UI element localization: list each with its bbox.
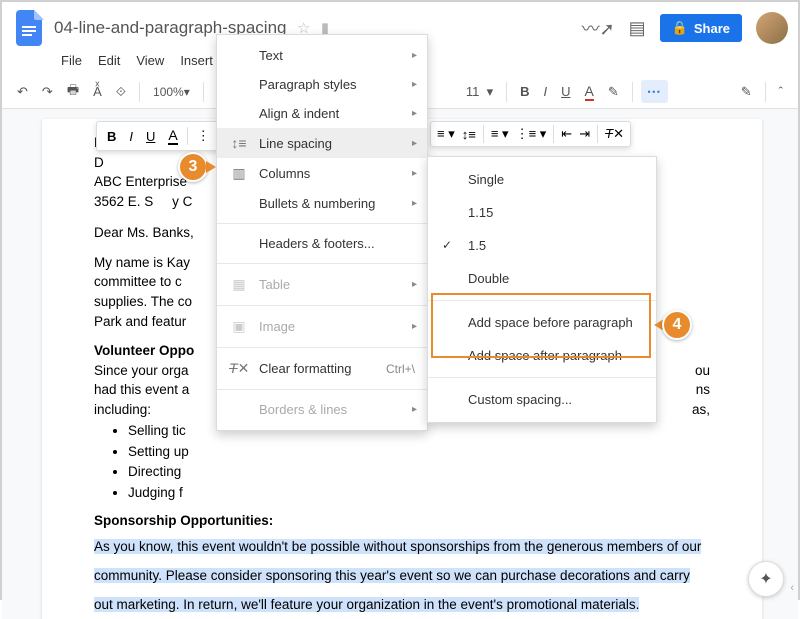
font-size-input[interactable]: 11 ▾ [461, 81, 498, 103]
increase-indent-button[interactable]: ⇥ [579, 126, 590, 142]
format-line-spacing-item[interactable]: ↕≡Line spacing▸ [217, 128, 427, 158]
menu-view[interactable]: View [129, 50, 171, 71]
float-underline-button[interactable]: U [142, 127, 159, 146]
decrease-indent-button[interactable]: ⇤ [561, 126, 572, 142]
format-align-indent-item[interactable]: Align & indent▸ [217, 99, 427, 128]
toolbar-more-button[interactable]: ⋯ [641, 80, 668, 103]
align-button[interactable]: ≡ ▾ [437, 126, 455, 142]
bulleted-list-button[interactable]: ⋮≡ ▾ [516, 126, 547, 142]
callout-3: 3 [178, 152, 216, 182]
clear-format-icon: T✕ [229, 360, 249, 377]
image-icon: ▣ [229, 318, 249, 335]
menu-file[interactable]: File [54, 50, 89, 71]
line-spacing-icon: ↕≡ [229, 135, 249, 151]
spacing-double-item[interactable]: Double [428, 262, 656, 295]
chevron-left-icon[interactable]: ‹ [790, 582, 794, 594]
check-icon: ✓ [442, 238, 452, 252]
spacing-115-item[interactable]: 1.15 [428, 196, 656, 229]
table-icon: ▦ [229, 276, 249, 293]
user-avatar[interactable] [756, 12, 788, 44]
format-paragraph-styles-item[interactable]: Paragraph styles▸ [217, 70, 427, 99]
format-columns-item[interactable]: ▥Columns▸ [217, 158, 427, 189]
comments-icon[interactable]: ▤ [629, 18, 646, 39]
list-item: Setting up [128, 442, 710, 462]
bold-button[interactable]: B [515, 81, 534, 102]
format-text-item[interactable]: Text▸ [217, 41, 427, 70]
undo-icon[interactable]: ↶ [12, 81, 33, 103]
float-chevron-icon[interactable]: ⋮ [193, 126, 214, 146]
spacing-15-item[interactable]: ✓1.5 [428, 229, 656, 262]
spacing-before-item[interactable]: Add space before paragraph [428, 306, 656, 339]
format-borders-item: Borders & lines▸ [217, 395, 427, 424]
line-spacing-submenu: Single 1.15 ✓1.5 Double Add space before… [427, 156, 657, 423]
list-item: Directing [128, 462, 710, 482]
line-spacing-button[interactable]: ↕≡ [462, 127, 476, 142]
callout-number: 3 [178, 152, 208, 182]
highlight-button[interactable]: ✎ [603, 81, 624, 103]
selected-text: As you know, this event wouldn't be poss… [94, 539, 701, 612]
format-bullets-item[interactable]: Bullets & numbering▸ [217, 189, 427, 218]
menu-edit[interactable]: Edit [91, 50, 127, 71]
spacing-custom-item[interactable]: Custom spacing... [428, 383, 656, 416]
format-image-item: ▣Image▸ [217, 311, 427, 342]
menu-insert[interactable]: Insert [173, 50, 220, 71]
share-label: Share [694, 21, 730, 36]
activity-icon[interactable]: 〰➚ [582, 15, 615, 41]
spacing-after-item[interactable]: Add space after paragraph [428, 339, 656, 372]
format-table-item: ▦Table▸ [217, 269, 427, 300]
editing-mode-icon[interactable]: ✎ [736, 81, 757, 103]
spellcheck-icon[interactable]: Aͯ [88, 81, 107, 102]
floating-paragraph-toolbar: ≡ ▾ ↕≡ ≡ ▾ ⋮≡ ▾ ⇤ ⇥ T✕ [430, 121, 631, 147]
doc-heading: Sponsorship Opportunities: [94, 511, 710, 531]
spacing-single-item[interactable]: Single [428, 163, 656, 196]
float-text-color-button[interactable]: A [164, 125, 181, 147]
redo-icon[interactable]: ↷ [37, 81, 58, 103]
explore-fab[interactable]: ✦ [748, 561, 784, 597]
print-icon[interactable]: 🖶 [62, 78, 84, 106]
paint-format-icon[interactable]: ⟐ [111, 81, 131, 103]
floating-format-toolbar: B I U A ⋮ [96, 121, 221, 151]
float-bold-button[interactable]: B [103, 127, 120, 146]
share-button[interactable]: 🔒 Share [660, 14, 742, 42]
text-color-button[interactable]: A [580, 80, 599, 104]
format-headers-footers-item[interactable]: Headers & footers... [217, 229, 427, 258]
clear-formatting-button[interactable]: T✕ [605, 126, 624, 142]
list-item: Judging f [128, 483, 710, 503]
callout-4: 4 [654, 310, 692, 340]
format-dropdown: Text▸ Paragraph styles▸ Align & indent▸ … [216, 34, 428, 431]
underline-button[interactable]: U [556, 81, 575, 102]
columns-icon: ▥ [229, 165, 249, 182]
zoom-select[interactable]: 100% ▾ [148, 82, 195, 102]
numbered-list-button[interactable]: ≡ ▾ [491, 126, 509, 142]
italic-button[interactable]: I [538, 81, 552, 102]
float-italic-button[interactable]: I [125, 127, 137, 146]
chevron-up-icon[interactable]: ˆ [774, 81, 788, 102]
lock-icon: 🔒 [672, 20, 688, 36]
docs-logo-icon[interactable] [12, 10, 48, 46]
callout-number: 4 [662, 310, 692, 340]
format-clear-item[interactable]: T✕Clear formattingCtrl+\ [217, 353, 427, 384]
